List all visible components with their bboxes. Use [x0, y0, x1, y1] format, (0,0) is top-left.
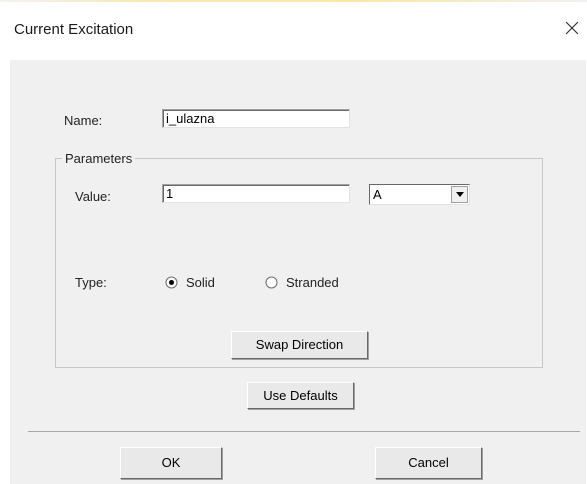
dialog-body: Name: i_ulazna Parameters Value: 1 A Typ… — [10, 60, 586, 484]
close-icon — [565, 21, 579, 35]
value-input[interactable]: 1 — [162, 184, 350, 203]
radio-stranded-label[interactable]: Stranded — [286, 275, 339, 290]
radio-selected-icon — [165, 276, 178, 289]
swap-direction-button[interactable]: Swap Direction — [231, 331, 368, 359]
window-title: Current Excitation — [14, 21, 134, 38]
close-button[interactable] — [561, 17, 583, 39]
unit-select[interactable]: A — [369, 184, 470, 205]
dropdown-arrow-button[interactable] — [451, 186, 468, 203]
radio-solid-label[interactable]: Solid — [186, 275, 215, 290]
parameters-group-label: Parameters — [62, 151, 136, 166]
use-defaults-button[interactable]: Use Defaults — [247, 382, 354, 409]
chevron-down-icon — [456, 192, 464, 197]
footer-divider — [28, 431, 580, 432]
cancel-button[interactable]: Cancel — [375, 447, 482, 479]
unit-select-value: A — [373, 187, 382, 202]
name-input[interactable]: i_ulazna — [162, 109, 350, 128]
name-label: Name: — [64, 113, 103, 128]
title-accent-strip — [0, 0, 587, 2]
value-label: Value: — [75, 189, 111, 204]
radio-stranded[interactable] — [265, 276, 278, 292]
ok-button[interactable]: OK — [120, 447, 222, 479]
type-label: Type: — [75, 275, 107, 290]
radio-unselected-icon — [265, 276, 278, 289]
radio-solid[interactable] — [165, 276, 178, 292]
title-bar: Current Excitation — [0, 0, 587, 60]
